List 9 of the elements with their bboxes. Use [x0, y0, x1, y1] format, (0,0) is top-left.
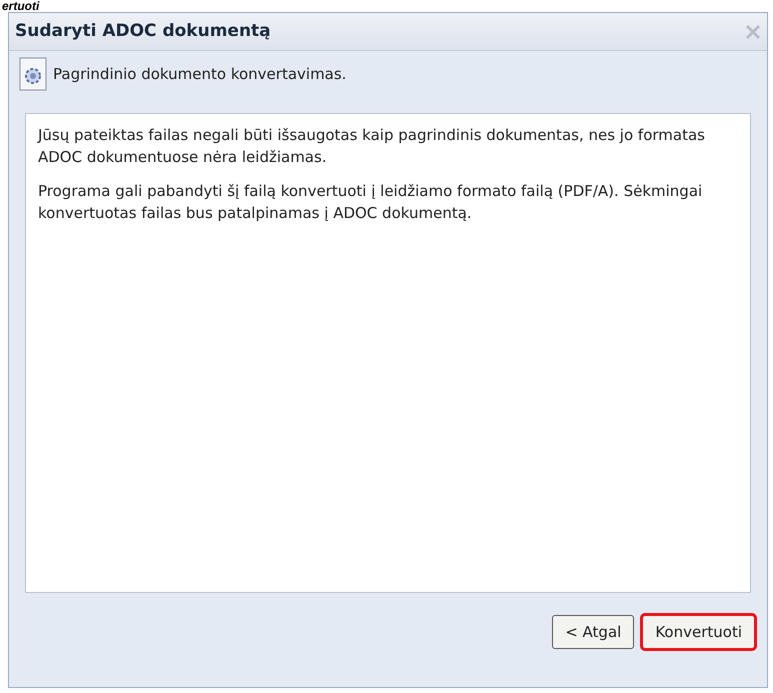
gear-document-icon — [19, 57, 47, 91]
message-paragraph: Jūsų pateiktas failas negali būti išsaugotas kaip pagrindinis dokumentas, nes jo formatas ADOC dokumentuose nėra leidžiamas. — [38, 125, 706, 168]
header-text: Pagrindinio dokumento konvertavimas. — [53, 64, 346, 85]
window-title: Sudaryti ADOC dokumentą — [15, 20, 271, 43]
caption-text: ertuoti — [2, 0, 40, 12]
back-button[interactable]: < Atgal — [552, 615, 634, 649]
convert-button[interactable]: Konvertuoti — [642, 615, 755, 649]
close-icon[interactable] — [745, 24, 761, 40]
message-paragraph: Programa gali pabandyti šį failą konvertuoti į leidžiamo formato failą (PDF/A). Sėkmingai konvertuotas failas bus patalpinamas į ADOC dokumentą. — [38, 181, 704, 224]
